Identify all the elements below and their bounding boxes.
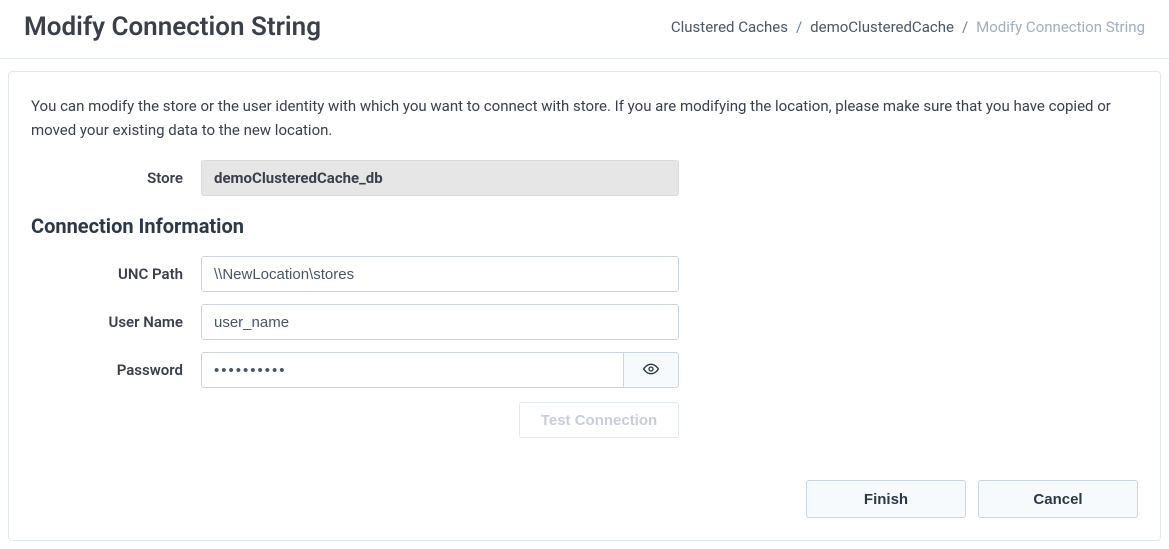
breadcrumb-current: Modify Connection String: [976, 18, 1145, 36]
breadcrumb-clustered-caches[interactable]: Clustered Caches: [671, 18, 788, 36]
footer-actions: Finish Cancel: [31, 480, 1138, 518]
unc-path-label: UNC Path: [31, 265, 201, 283]
page-title: Modify Connection String: [24, 12, 321, 42]
cancel-button[interactable]: Cancel: [978, 480, 1138, 518]
finish-button[interactable]: Finish: [806, 480, 966, 518]
password-input[interactable]: [201, 352, 623, 388]
password-visibility-toggle[interactable]: [623, 352, 679, 388]
page-header: Modify Connection String Clustered Cache…: [0, 0, 1169, 59]
store-row: Store demoClusteredCache_db: [31, 160, 1138, 196]
store-value: demoClusteredCache_db: [201, 160, 679, 196]
unc-path-input[interactable]: [201, 256, 679, 292]
form-panel: You can modify the store or the user ide…: [8, 71, 1161, 541]
test-connection-button: Test Connection: [519, 402, 679, 438]
username-label: User Name: [31, 313, 201, 331]
breadcrumb-cache-name[interactable]: demoClusteredCache: [810, 18, 954, 36]
section-title: Connection Information: [31, 214, 1138, 238]
breadcrumb-separator: /: [796, 18, 802, 36]
test-connection-row: Test Connection: [31, 402, 1138, 438]
intro-text: You can modify the store or the user ide…: [31, 94, 1138, 142]
eye-icon: [643, 361, 659, 380]
username-row: User Name: [31, 304, 1138, 340]
unc-path-row: UNC Path: [31, 256, 1138, 292]
username-input[interactable]: [201, 304, 679, 340]
password-row: Password: [31, 352, 1138, 388]
password-group: [201, 352, 679, 388]
breadcrumb-separator: /: [962, 18, 968, 36]
store-label: Store: [31, 169, 201, 187]
breadcrumb: Clustered Caches / demoClusteredCache / …: [671, 18, 1145, 36]
password-label: Password: [31, 361, 201, 379]
